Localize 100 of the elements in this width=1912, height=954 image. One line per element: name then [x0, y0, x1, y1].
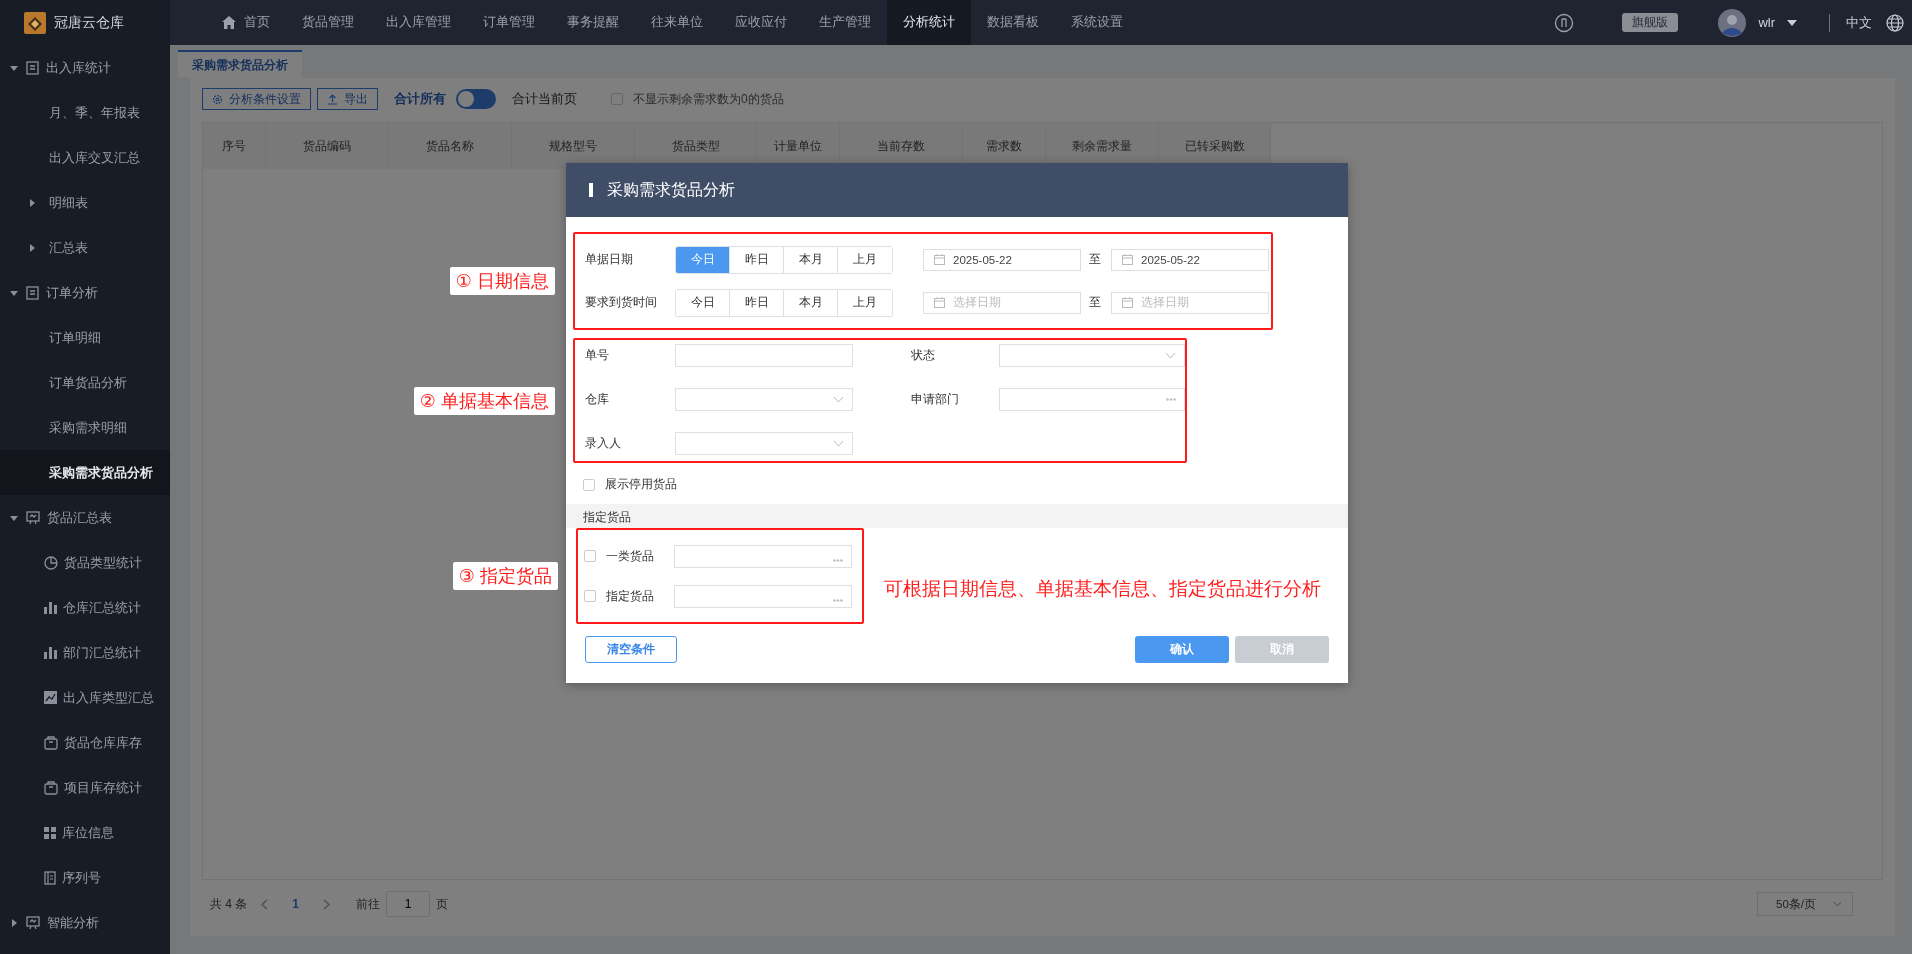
checkbox[interactable]: [611, 93, 623, 105]
sidebar-label: 月、季、年报表: [49, 103, 140, 122]
nav-item[interactable]: 首页: [206, 0, 286, 45]
list-icon: [44, 870, 56, 885]
page-size-select[interactable]: 50条/页: [1757, 892, 1853, 916]
sidebar-label: 出入库统计: [46, 58, 111, 77]
caret-icon: [28, 243, 36, 252]
checkbox[interactable]: [583, 478, 595, 491]
sidebar-item[interactable]: 出入库交叉汇总: [0, 135, 170, 180]
document-icon: [26, 60, 39, 75]
nav-item[interactable]: 数据看板: [971, 0, 1055, 45]
clear-button[interactable]: 清空条件: [585, 636, 677, 663]
field-label: 录入人: [585, 436, 622, 451]
calendar-icon: [934, 297, 945, 308]
sidebar-label: 明细表: [49, 193, 88, 212]
chevron-down-icon: [1165, 352, 1176, 359]
select-field[interactable]: [675, 388, 853, 411]
settings-icon: [212, 93, 223, 105]
sidebar-item[interactable]: 订单明细: [0, 315, 170, 360]
field-label: 单号: [585, 348, 610, 363]
input-field[interactable]: [675, 344, 853, 367]
caret-icon: [10, 288, 18, 297]
sidebar-item[interactable]: 项目库存统计: [0, 765, 170, 810]
sidebar-item[interactable]: 货品汇总表: [0, 495, 170, 540]
checkbox-label: 不显示剩余需求数为0的货品: [633, 90, 784, 108]
nav-item[interactable]: 订单管理: [467, 0, 551, 45]
field-label: 状态: [911, 348, 936, 363]
field-label: 单据日期: [585, 252, 634, 267]
upload-icon: [327, 93, 338, 105]
sidebar-item[interactable]: 智能分析: [0, 900, 170, 945]
avatar-icon[interactable]: [1718, 8, 1747, 37]
sidebar-item[interactable]: 月、季、年报表: [0, 90, 170, 135]
page-input[interactable]: 1: [386, 891, 431, 917]
bar-chart-icon: [44, 601, 57, 614]
nav-item[interactable]: 分析统计: [887, 0, 971, 45]
sidebar-item[interactable]: 库位信息: [0, 810, 170, 855]
sidebar-item[interactable]: 货品仓库库存: [0, 720, 170, 765]
sidebar-item[interactable]: 出入库类型汇总: [0, 675, 170, 720]
document-icon: [26, 285, 39, 300]
picker-field[interactable]: [674, 584, 852, 608]
user-name[interactable]: wlr: [1758, 15, 1775, 30]
sidebar-item[interactable]: 订单货品分析: [0, 360, 170, 405]
previous-page-icon[interactable]: [261, 898, 269, 910]
picker-field[interactable]: [674, 544, 852, 568]
column-header: 货品名称: [389, 123, 512, 169]
field-label: 仓库: [585, 392, 610, 407]
language-link[interactable]: 中文: [1844, 13, 1874, 32]
bar-icon: [589, 183, 593, 197]
checkbox-label: 一类货品: [606, 548, 655, 564]
sidebar-item[interactable]: 汇总表: [0, 225, 170, 270]
globe-icon[interactable]: [1886, 13, 1904, 32]
date-field[interactable]: 2025-05-22: [923, 248, 1081, 271]
calendar-icon: [1122, 254, 1133, 265]
next-page-icon[interactable]: [323, 898, 331, 910]
checkbox[interactable]: [584, 590, 596, 602]
nav-item[interactable]: 出入库管理: [370, 0, 467, 45]
bar-chart-icon: [44, 646, 57, 659]
chevron-down-icon: [833, 440, 844, 447]
toggle-switch[interactable]: [456, 89, 496, 109]
sidebar-item[interactable]: 采购需求货品分析: [0, 450, 170, 495]
sidebar-item[interactable]: 明细表: [0, 180, 170, 225]
caret-icon: [28, 198, 36, 207]
more-icon: [833, 558, 843, 562]
range-separator: 至: [1089, 294, 1101, 311]
sidebar-item[interactable]: 序列号: [0, 855, 170, 900]
sidebar-item[interactable]: 出入库统计: [0, 45, 170, 90]
segment-button[interactable]: 今日: [676, 289, 730, 316]
column-header: 序号: [203, 123, 266, 169]
select-field[interactable]: [675, 432, 853, 455]
caret-icon[interactable]: [1787, 19, 1797, 26]
checkbox-label: 展示停用货品: [605, 477, 677, 492]
sidebar-label: 库位信息: [62, 823, 114, 842]
sidebar-label: 序列号: [62, 868, 101, 887]
goto-label: 前往: [356, 895, 381, 913]
sidebar-item[interactable]: 采购需求明细: [0, 405, 170, 450]
sidebar-label: 货品仓库库存: [64, 733, 142, 752]
nav-item[interactable]: 往来单位: [635, 0, 719, 45]
board-icon: [26, 915, 40, 930]
nav-item[interactable]: 货品管理: [286, 0, 370, 45]
sidebar-label: 智能分析: [47, 913, 99, 932]
annotation-label: ③ 指定货品: [452, 562, 558, 590]
nav-item[interactable]: 应收应付: [719, 0, 803, 45]
annotation-note: 可根据日期信息、单据基本信息、指定货品进行分析: [884, 576, 1321, 601]
date-field[interactable]: 2025-05-22: [1111, 248, 1269, 271]
page-suffix: 页: [436, 895, 449, 913]
total-count: 共 4 条: [210, 895, 248, 913]
nav-item[interactable]: 事务提醒: [551, 0, 635, 45]
picker-field[interactable]: [999, 388, 1185, 411]
select-field[interactable]: [999, 344, 1185, 367]
checkbox-label: 指定货品: [606, 588, 655, 604]
checkbox[interactable]: [584, 550, 596, 562]
sidebar-item[interactable]: 部门汇总统计: [0, 630, 170, 675]
nav-item[interactable]: 系统设置: [1055, 0, 1139, 45]
sidebar-item[interactable]: 仓库汇总统计: [0, 585, 170, 630]
annotation-label: ① 日期信息: [449, 267, 555, 295]
sidebar-item[interactable]: 货品类型统计: [0, 540, 170, 585]
sidebar-label: 货品类型统计: [64, 553, 142, 572]
sidebar-item[interactable]: 订单分析: [0, 270, 170, 315]
annotation-label: ② 单据基本信息: [413, 386, 555, 415]
nav-item[interactable]: 生产管理: [803, 0, 887, 45]
